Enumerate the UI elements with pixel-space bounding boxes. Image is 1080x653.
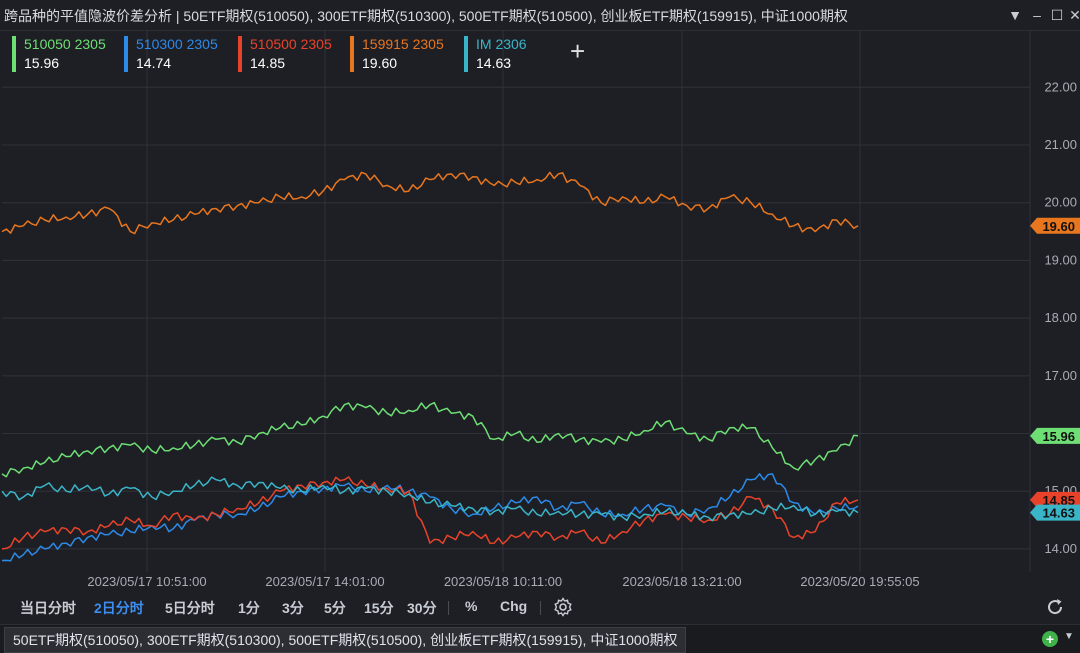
add-series-button[interactable]: + <box>570 38 585 64</box>
legend-value: 19.60 <box>362 55 398 71</box>
period-5min-button[interactable]: 5分 <box>324 598 346 618</box>
legend-item-510300[interactable]: 510300 2305 14.74 <box>124 36 218 72</box>
tab-bar: 50ETF期权(510050), 300ETF期权(510300), 500ET… <box>0 624 1080 653</box>
x-tick-label: 2023/05/20 19:55:05 <box>800 574 919 589</box>
legend-name: 510050 2305 <box>24 36 106 52</box>
period-15min-button[interactable]: 15分 <box>364 598 394 618</box>
y-tick-label: 21.00 <box>1044 137 1077 152</box>
price-tag-label: 15.96 <box>1042 429 1075 444</box>
legend-name: 159915 2305 <box>362 36 444 52</box>
legend-name: IM 2306 <box>476 36 527 52</box>
legend-item-159915[interactable]: 159915 2305 19.60 <box>350 36 444 72</box>
y-tick-label: 20.00 <box>1044 195 1077 210</box>
legend-name: 510300 2305 <box>136 36 218 52</box>
legend-value: 14.74 <box>136 55 172 71</box>
chg-button[interactable]: Chg <box>500 598 527 614</box>
series-line-510300-2305 <box>1 473 859 562</box>
series-lines <box>1 171 859 562</box>
chart-svg[interactable]: 22.0021.0020.0019.0018.0017.0016.0015.00… <box>0 30 1080 590</box>
grid <box>2 30 1031 572</box>
toolbar-divider <box>540 601 541 615</box>
toolbar-divider <box>448 601 449 615</box>
x-axis: 2023/05/17 10:51:00 2023/05/17 14:01:00 20… <box>87 574 919 589</box>
price-tag-label: 19.60 <box>1042 219 1075 234</box>
legend-value: 15.96 <box>24 55 60 71</box>
period-5day-button[interactable]: 5日分时 <box>165 598 215 618</box>
legend-item-im2306[interactable]: IM 2306 14.63 <box>464 36 527 72</box>
tab-spread-analysis[interactable]: 50ETF期权(510050), 300ETF期权(510300), 500ET… <box>4 627 687 653</box>
y-tick-label: 18.00 <box>1044 310 1077 325</box>
legend-value: 14.85 <box>250 55 286 71</box>
period-toolbar: 当日分时 2日分时 5日分时 1分 3分 5分 15分 30分 % Chg <box>0 592 1080 622</box>
chevron-down-icon[interactable]: ▼ <box>1064 631 1074 642</box>
period-intraday-button[interactable]: 当日分时 <box>20 598 76 618</box>
percent-button[interactable]: % <box>465 598 477 614</box>
minimize-button[interactable]: – <box>1026 4 1048 26</box>
legend-value: 14.63 <box>476 55 512 71</box>
close-button[interactable]: ✕ <box>1064 4 1080 26</box>
x-tick-label: 2023/05/18 13:21:00 <box>622 574 741 589</box>
period-3min-button[interactable]: 3分 <box>282 598 304 618</box>
chart-area[interactable]: 22.0021.0020.0019.0018.0017.0016.0015.00… <box>0 30 1080 590</box>
period-2day-button[interactable]: 2日分时 <box>94 598 144 618</box>
series-line-IM-2306 <box>1 476 859 522</box>
title-bar: 跨品种的平值隐波价差分析 | 50ETF期权(510050), 300ETF期权… <box>0 0 1080 31</box>
period-30min-button[interactable]: 30分 <box>407 598 437 618</box>
legend-item-510050[interactable]: 510050 2305 15.96 <box>12 36 106 72</box>
series-line-510050-2305 <box>1 401 859 478</box>
y-tick-label: 14.00 <box>1044 541 1077 556</box>
dropdown-icon[interactable]: ▼ <box>1004 4 1026 26</box>
window-title: 跨品种的平值隐波价差分析 | 50ETF期权(510050), 300ETF期权… <box>4 8 848 24</box>
legend-name: 510500 2305 <box>250 36 332 52</box>
price-tag-label: 14.63 <box>1042 506 1075 521</box>
gear-icon[interactable] <box>553 597 573 617</box>
period-1min-button[interactable]: 1分 <box>238 598 260 618</box>
y-tick-label: 19.00 <box>1044 252 1077 267</box>
x-tick-label: 2023/05/17 14:01:00 <box>265 574 384 589</box>
legend-item-510500[interactable]: 510500 2305 14.85 <box>238 36 332 72</box>
y-axis: 22.0021.0020.0019.0018.0017.0016.0015.00… <box>1044 79 1077 556</box>
y-tick-label: 22.00 <box>1044 79 1077 94</box>
y-tick-label: 17.00 <box>1044 368 1077 383</box>
x-tick-label: 2023/05/18 10:11:00 <box>444 574 562 589</box>
x-tick-label: 2023/05/17 10:51:00 <box>87 574 206 589</box>
refresh-icon[interactable] <box>1045 597 1065 617</box>
add-tab-icon[interactable]: + <box>1042 631 1058 647</box>
